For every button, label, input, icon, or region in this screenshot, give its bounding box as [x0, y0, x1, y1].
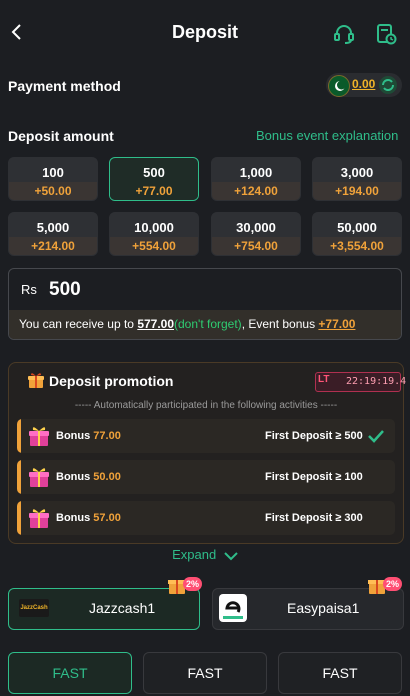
- countdown-value: 22:19:19.4: [346, 376, 407, 387]
- amount-value: 3,000: [340, 165, 374, 180]
- expand-button[interactable]: Expand: [0, 547, 410, 562]
- row-accent: [17, 460, 21, 494]
- row-accent: [17, 419, 21, 453]
- bonus-label: Bonus 77.00: [56, 430, 121, 442]
- amount-option[interactable]: 10,000 +554.00: [109, 212, 199, 256]
- amount-value: 10,000: [134, 220, 174, 235]
- amount-bonus: +754.00: [212, 237, 300, 255]
- amount-bonus: +214.00: [9, 237, 97, 255]
- amount-bonus: +50.00: [9, 182, 97, 200]
- channel-fast-3[interactable]: FAST: [278, 652, 402, 694]
- channel-fast-2[interactable]: FAST: [143, 652, 267, 694]
- amount-option[interactable]: 5,000 +214.00: [8, 212, 98, 256]
- discount-badge: 2%: [383, 577, 403, 591]
- amount-option[interactable]: 3,000 +194.00: [312, 157, 402, 201]
- amount-value: 50,000: [337, 220, 377, 235]
- currency-label: Rs: [21, 282, 37, 297]
- deposit-promotion-panel: Deposit promotion LT 22:19:19.4 ----- Au…: [8, 362, 406, 544]
- amount-option[interactable]: 30,000 +754.00: [211, 212, 301, 256]
- promotion-timer: LT 22:19:19.4: [315, 372, 406, 392]
- deposit-amount-input-box: Rs 500 You can receive up to 577.00(don'…: [8, 268, 402, 340]
- amount-value: 1,000: [239, 165, 273, 180]
- payment-method-jazzcash[interactable]: JazzCash Jazzcash1 2%: [8, 577, 203, 630]
- expand-label: Expand: [172, 547, 217, 562]
- promotion-subtitle: ----- Automatically participated in the …: [74, 400, 338, 411]
- gift-box-icon: [29, 427, 49, 446]
- amount-option[interactable]: 50,000 +3,554.00: [312, 212, 402, 256]
- discount-badge: 2%: [183, 577, 203, 591]
- promotion-condition: First Deposit ≥ 500: [265, 430, 363, 442]
- payment-method-label: Payment method: [8, 78, 121, 94]
- promotion-row: Bonus 50.00 First Deposit ≥ 100: [17, 460, 395, 494]
- bonus-amount: 50.00: [93, 471, 121, 483]
- easypaisa-logo: [219, 594, 247, 622]
- payment-method-name: Easypaisa1: [287, 600, 360, 616]
- check-icon: [368, 430, 384, 443]
- limited-time-badge: LT: [318, 374, 330, 385]
- receive-summary: You can receive up to 577.00(don't forge…: [9, 310, 401, 339]
- amount-option[interactable]: 100 +50.00: [8, 157, 98, 201]
- event-bonus-prefix: , Event bonus: [241, 317, 319, 331]
- receive-amount: 577.00: [137, 317, 175, 331]
- payment-method-easypaisa[interactable]: Easypaisa1 2%: [212, 577, 404, 630]
- bonus-event-explanation-link[interactable]: Bonus event explanation: [256, 128, 398, 143]
- bonus-amount: 77.00: [93, 430, 121, 442]
- promotion-row: Bonus 77.00 First Deposit ≥ 500: [17, 419, 395, 453]
- promotion-title: Deposit promotion: [49, 373, 174, 389]
- amount-value: 100: [42, 165, 64, 180]
- receive-note: (don't forget): [174, 317, 242, 331]
- gift-box-icon: [29, 468, 49, 487]
- amount-bonus: +77.00: [110, 182, 198, 200]
- row-accent: [17, 501, 21, 535]
- amount-bonus: +554.00: [110, 237, 198, 255]
- chevron-down-icon: [224, 551, 238, 560]
- gift-box-icon: [29, 509, 49, 528]
- bonus-amount: 57.00: [93, 512, 121, 524]
- amount-bonus: +124.00: [212, 182, 300, 200]
- balance-value: 0.00: [352, 77, 376, 91]
- bonus-text: Bonus: [56, 512, 91, 524]
- amount-bonus: +194.00: [313, 182, 401, 200]
- deposit-history-icon[interactable]: [374, 22, 398, 46]
- amount-value: 5,000: [36, 220, 70, 235]
- pakistan-flag-icon: [328, 75, 350, 97]
- customer-support-icon[interactable]: [332, 22, 356, 46]
- deposit-amount-input[interactable]: 500: [49, 279, 81, 301]
- bonus-text: Bonus: [56, 430, 91, 442]
- amount-value: 30,000: [236, 220, 276, 235]
- bonus-text: Bonus: [56, 471, 91, 483]
- promotion-row: Bonus 57.00 First Deposit ≥ 300: [17, 501, 395, 535]
- amount-option-selected[interactable]: 500 +77.00: [109, 157, 199, 201]
- deposit-amount-label: Deposit amount: [8, 128, 114, 144]
- amount-value: 500: [143, 165, 165, 180]
- gift-icon: [28, 373, 44, 388]
- payment-method-name: Jazzcash1: [89, 600, 156, 616]
- receive-prefix: You can receive up to: [19, 317, 138, 331]
- promotion-condition: First Deposit ≥ 100: [265, 471, 363, 483]
- amount-bonus: +3,554.00: [313, 237, 401, 255]
- bonus-label: Bonus 50.00: [56, 471, 121, 483]
- channel-fast-1[interactable]: FAST: [8, 652, 132, 694]
- bonus-label: Bonus 57.00: [56, 512, 121, 524]
- refresh-icon[interactable]: [378, 75, 398, 95]
- jazzcash-logo: JazzCash: [19, 599, 49, 617]
- promotion-condition: First Deposit ≥ 300: [265, 512, 363, 524]
- event-bonus-value: +77.00: [318, 317, 356, 331]
- amount-option[interactable]: 1,000 +124.00: [211, 157, 301, 201]
- balance-widget: 0.00: [326, 73, 402, 97]
